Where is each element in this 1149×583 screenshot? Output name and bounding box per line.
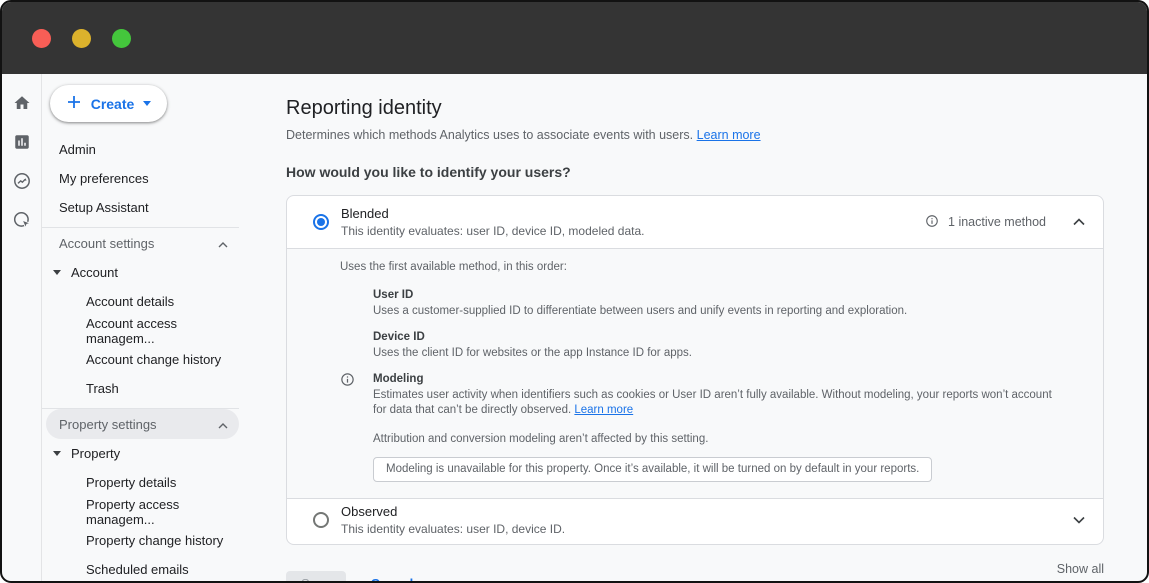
observed-option-label: Observed	[341, 504, 565, 519]
explore-nav-button[interactable]	[13, 173, 31, 191]
learn-more-link[interactable]: Learn more	[574, 404, 633, 416]
observed-option-text: Observed This identity evaluates: user I…	[341, 504, 565, 536]
titlebar	[2, 2, 1147, 74]
method-name: Device ID	[373, 330, 1079, 345]
info-icon[interactable]	[925, 214, 939, 231]
show-all-link[interactable]: Show all	[1057, 562, 1104, 576]
method-description: Uses the client ID for websites or the a…	[373, 346, 1063, 361]
tree-root-property[interactable]: Property	[42, 439, 247, 468]
advertising-nav-button[interactable]	[13, 212, 31, 230]
app-body: Create Admin My preferences Setup Assist…	[2, 74, 1147, 581]
home-nav-button[interactable]	[13, 95, 31, 113]
observed-radio[interactable]	[313, 512, 329, 528]
tree-child-label: Property change history	[86, 533, 223, 548]
admin-sidebar: Create Admin My preferences Setup Assist…	[42, 74, 247, 581]
learn-more-link[interactable]: Learn more	[697, 128, 761, 142]
modeling-unavailable-box: Modeling is unavailable for this propert…	[373, 457, 932, 482]
method-description: Uses a customer-supplied ID to different…	[373, 304, 1063, 319]
method-name: Modeling	[373, 372, 1079, 387]
sidebar-item-property-access-management[interactable]: Property access managem...	[42, 497, 247, 526]
chevron-up-icon	[218, 417, 228, 432]
sidebar-item-label: Admin	[59, 142, 96, 157]
observed-row-right	[1055, 516, 1085, 524]
blended-option-row[interactable]: Blended This identity evaluates: user ID…	[287, 196, 1103, 248]
sidebar-item-scheduled-emails[interactable]: Scheduled emails	[42, 555, 247, 583]
identify-users-question: How would you like to identify your user…	[286, 164, 1104, 180]
nav-rail	[2, 74, 42, 581]
page-description: Determines which methods Analytics uses …	[286, 128, 1104, 142]
reports-bar-chart-icon	[13, 133, 31, 154]
modeling-note: Attribution and conversion modeling aren…	[373, 432, 1079, 447]
method-modeling: Modeling Estimates user activity when id…	[373, 372, 1079, 418]
action-buttons: Save Cancel	[286, 571, 413, 583]
section-property-settings[interactable]: Property settings	[46, 409, 239, 439]
sidebar-item-account-access-management[interactable]: Account access managem...	[42, 316, 247, 345]
tree-child-label: Account details	[86, 294, 174, 309]
zoom-window-button[interactable]	[112, 29, 131, 48]
tree-child-label: Property details	[86, 475, 176, 490]
reports-nav-button[interactable]	[13, 134, 31, 152]
sidebar-item-account-details[interactable]: Account details	[42, 287, 247, 316]
reporting-identity-card: Blended This identity evaluates: user ID…	[286, 195, 1104, 545]
tree-child-label: Account access managem...	[86, 316, 247, 346]
observed-option-subtitle: This identity evaluates: user ID, device…	[341, 522, 565, 536]
section-header-label: Account settings	[59, 236, 154, 251]
sidebar-item-setup-assistant[interactable]: Setup Assistant	[42, 193, 247, 222]
sidebar-item-trash[interactable]: Trash	[42, 374, 247, 403]
blended-row-right: 1 inactive method	[925, 214, 1085, 231]
tree-child-label: Trash	[86, 381, 119, 396]
page-title: Reporting identity	[286, 97, 1104, 120]
arrow-drop-down-icon	[53, 270, 61, 275]
method-name: User ID	[373, 288, 1079, 303]
details-intro: Uses the first available method, in this…	[340, 260, 1079, 275]
tree-root-account[interactable]: Account	[42, 258, 247, 287]
tree-child-label: Scheduled emails	[86, 562, 189, 577]
sidebar-item-admin[interactable]: Admin	[42, 135, 247, 164]
advertising-icon	[13, 211, 31, 232]
cancel-button[interactable]: Cancel	[371, 576, 414, 583]
modeling-description-text: Estimates user activity when identifiers…	[373, 389, 1052, 416]
save-button[interactable]: Save	[286, 571, 346, 583]
method-device-id: Device ID Uses the client ID for website…	[373, 330, 1079, 361]
blended-details-panel: Uses the first available method, in this…	[287, 248, 1103, 499]
chevron-up-icon	[218, 236, 228, 251]
blended-option-text: Blended This identity evaluates: user ID…	[341, 206, 645, 238]
tree-root-label: Account	[71, 265, 118, 280]
info-icon	[340, 372, 355, 392]
blended-option-label: Blended	[341, 206, 645, 221]
main-content: Reporting identity Determines which meth…	[247, 74, 1149, 581]
page-description-text: Determines which methods Analytics uses …	[286, 128, 693, 142]
tree-root-label: Property	[71, 446, 120, 461]
sidebar-item-property-change-history[interactable]: Property change history	[42, 526, 247, 555]
plus-icon	[66, 94, 82, 113]
method-user-id: User ID Uses a customer-supplied ID to d…	[373, 288, 1079, 319]
sidebar-item-account-change-history[interactable]: Account change history	[42, 345, 247, 374]
home-icon	[13, 94, 31, 115]
below-card-actions: Save Cancel Show all	[286, 562, 1104, 583]
observed-option-row[interactable]: Observed This identity evaluates: user I…	[287, 499, 1103, 544]
sidebar-item-my-preferences[interactable]: My preferences	[42, 164, 247, 193]
chevron-up-icon[interactable]	[1073, 218, 1085, 226]
create-button[interactable]: Create	[50, 85, 167, 122]
create-button-label: Create	[91, 96, 135, 112]
tree-child-label: Account change history	[86, 352, 221, 367]
blended-option-subtitle: This identity evaluates: user ID, device…	[341, 224, 645, 238]
sidebar-item-label: Setup Assistant	[59, 200, 149, 215]
tree-child-label: Property access managem...	[86, 497, 247, 527]
section-header-label: Property settings	[59, 417, 157, 432]
close-window-button[interactable]	[32, 29, 51, 48]
chevron-down-icon[interactable]	[1073, 516, 1085, 524]
sidebar-item-label: My preferences	[59, 171, 149, 186]
sidebar-nav-list: Admin My preferences Setup Assistant Acc…	[42, 135, 247, 583]
minimize-window-button[interactable]	[72, 29, 91, 48]
inactive-method-status: 1 inactive method	[948, 215, 1046, 229]
explore-icon	[13, 172, 31, 193]
section-account-settings[interactable]: Account settings	[46, 228, 239, 258]
arrow-drop-down-icon	[53, 451, 61, 456]
arrow-drop-down-icon	[143, 101, 151, 106]
sidebar-item-property-details[interactable]: Property details	[42, 468, 247, 497]
app-window: Create Admin My preferences Setup Assist…	[0, 0, 1149, 583]
method-description: Estimates user activity when identifiers…	[373, 388, 1063, 418]
blended-radio[interactable]	[313, 214, 329, 230]
